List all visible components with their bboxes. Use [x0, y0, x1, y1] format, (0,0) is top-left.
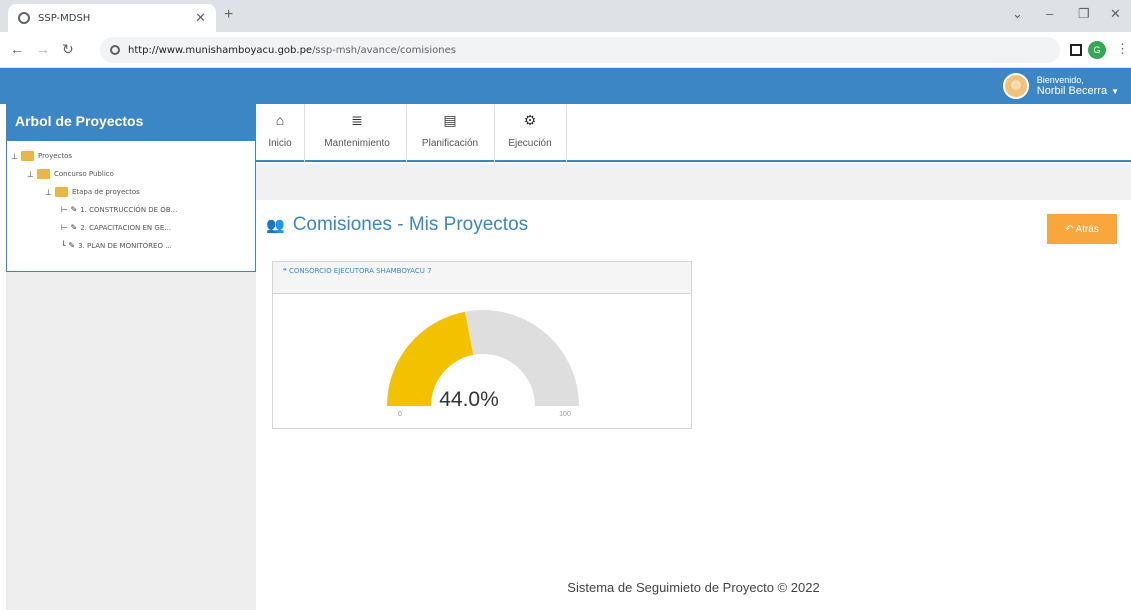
- card-title: ❝ CONSORCIO EJECUTORA SHAMBOYACU 7: [273, 262, 691, 294]
- gears-icon: ⚙: [523, 112, 537, 128]
- tree-node-label: 2. CAPACITACION EN GE...: [80, 223, 171, 232]
- pin-icon: └ ✎: [61, 241, 76, 250]
- collapse-icon[interactable]: ⊥: [45, 188, 52, 197]
- tree-node[interactable]: ⊢ ✎ 1. CONSTRUCCIÓN DE OB...: [61, 205, 177, 214]
- toolbar-label: Ejecución: [508, 138, 552, 149]
- tree-node[interactable]: ⊥ Proyectos: [11, 151, 72, 161]
- window-close-icon[interactable]: ✕: [1110, 6, 1121, 22]
- collapse-icon[interactable]: ⊥: [27, 170, 34, 179]
- card-title-text: CONSORCIO EJECUTORA SHAMBOYACU 7: [289, 267, 432, 275]
- folder-icon: [36, 169, 50, 179]
- tab-title: SSP-MDSH: [38, 12, 91, 24]
- tree-node[interactable]: ⊥ Etapa de proyectos: [45, 187, 140, 197]
- database-icon: ≣: [351, 112, 363, 128]
- minimize-icon[interactable]: –: [1046, 6, 1053, 21]
- new-tab-icon[interactable]: +: [224, 6, 233, 24]
- main-toolbar: ⌂ Inicio ≣ Mantenimiento ▤ Planificación…: [256, 104, 1131, 162]
- tree-node-label: Concurso Publico: [53, 170, 114, 178]
- caret-down-icon: ▼: [1111, 86, 1119, 96]
- url-field[interactable]: http://www.munishamboyacu.gob.pe/ssp-msh…: [100, 37, 1060, 63]
- progress-gauge: 44.0% 0 100: [387, 310, 579, 418]
- divider: [304, 104, 305, 162]
- project-tree-panel: Arbol de Proyectos ⊥ Proyectos ⊥ Concurso …: [6, 104, 256, 272]
- back-button-label: Atrás: [1075, 223, 1099, 235]
- footer-text: Sistema de Seguimieto de Proyecto © 2022: [567, 580, 820, 595]
- url-path: /ssp-msh/avance/comisiones: [312, 44, 456, 56]
- toolbar-ejecucion[interactable]: ⚙ Ejecución: [498, 112, 562, 160]
- site-info-icon[interactable]: [110, 45, 120, 55]
- gauge-value-label: 44.0%: [439, 388, 499, 411]
- globe-icon: [18, 12, 30, 24]
- avatar: [1002, 73, 1029, 99]
- project-card: ❝ CONSORCIO EJECUTORA SHAMBOYACU 7 44.0%…: [272, 261, 692, 429]
- pin-icon: ⊢ ✎: [61, 223, 78, 232]
- tree-node-label: Etapa de proyectos: [71, 188, 140, 196]
- toolbar-planificacion[interactable]: ▤ Planificación: [410, 112, 490, 160]
- toolbar-label: Inicio: [268, 138, 292, 149]
- pin-icon: ⊢ ✎: [61, 205, 78, 214]
- collapse-icon[interactable]: ⊥: [11, 152, 18, 161]
- user-name: Norbil Becerra ▼: [1037, 85, 1119, 98]
- toolbar-inicio[interactable]: ⌂ Inicio: [262, 112, 298, 160]
- project-tree: ⊥ Proyectos ⊥ Concurso Publico ⊥ Etapa de p…: [7, 141, 255, 250]
- forward-icon[interactable]: →: [36, 41, 50, 57]
- app-header: Bienvenido, Norbil Becerra ▼: [0, 68, 1131, 104]
- user-name-text: Norbil Becerra: [1036, 84, 1108, 97]
- restore-icon[interactable]: ❐: [1078, 6, 1090, 22]
- tree-node-label: 1. CONSTRUCCIÓN DE OB...: [80, 205, 178, 214]
- breadcrumb-strip: [256, 164, 1131, 200]
- divider: [566, 104, 567, 162]
- reload-icon[interactable]: ↻: [62, 41, 74, 58]
- building-icon: ▤: [443, 112, 457, 128]
- sidebar-title: Arbol de Proyectos: [7, 105, 255, 141]
- sidebar-toggle-icon[interactable]: [1070, 44, 1082, 56]
- url-host: http://www.munishamboyacu.gob.pe: [128, 44, 313, 56]
- browser-tab[interactable]: SSP-MDSH ✕: [8, 4, 216, 32]
- tree-node[interactable]: ⊢ ✎ 2. CAPACITACION EN GE...: [61, 223, 171, 232]
- greeting: Bienvenido,: [1036, 74, 1084, 85]
- reply-icon: ↶: [1065, 223, 1074, 235]
- back-button[interactable]: ↶ Atrás: [1047, 214, 1117, 244]
- page-title-text: Comisiones - Mis Proyectos: [292, 214, 529, 235]
- address-bar: ← → ↻ http://www.munishamboyacu.gob.pe/s…: [0, 32, 1131, 68]
- page-title: 👥 Comisiones - Mis Proyectos: [266, 214, 528, 236]
- tree-node-label: Proyectos: [37, 152, 73, 160]
- users-icon: 👥: [266, 217, 285, 234]
- tab-search-icon[interactable]: ⌄: [1012, 6, 1023, 22]
- gauge-min-label: 0: [398, 411, 402, 418]
- quote-icon: ❝: [283, 267, 287, 275]
- home-icon: ⌂: [275, 112, 285, 128]
- divider: [406, 104, 407, 162]
- folder-icon: [20, 151, 34, 161]
- gauge-max-label: 100: [559, 411, 571, 418]
- divider: [494, 104, 495, 162]
- close-tab-icon[interactable]: ✕: [195, 10, 206, 26]
- tree-node-label: 3. PLAN DE MONITOREO ...: [78, 241, 172, 250]
- tree-node[interactable]: ⊥ Concurso Publico: [27, 169, 114, 179]
- tree-node[interactable]: └ ✎ 3. PLAN DE MONITOREO ...: [61, 241, 172, 250]
- sidebar: Arbol de Proyectos ⊥ Proyectos ⊥ Concurso …: [6, 104, 256, 610]
- menu-icon[interactable]: ⋮: [1116, 41, 1129, 57]
- user-menu[interactable]: Bienvenido, Norbil Becerra ▼: [1002, 72, 1119, 100]
- toolbar-label: Planificación: [421, 138, 479, 149]
- folder-icon: [54, 187, 68, 197]
- back-icon[interactable]: ←: [10, 41, 24, 57]
- toolbar-mantenimiento[interactable]: ≣ Mantenimiento: [312, 112, 402, 160]
- browser-tab-bar: SSP-MDSH ✕ + ⌄ – ❐ ✕: [0, 0, 1131, 32]
- toolbar-label: Mantenimiento: [324, 138, 390, 149]
- profile-avatar[interactable]: G: [1088, 41, 1106, 59]
